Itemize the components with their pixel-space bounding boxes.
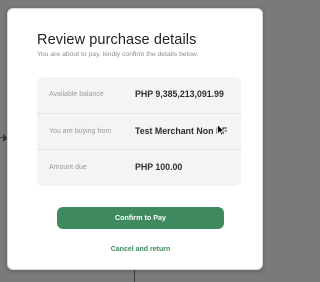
cancel-and-return-link[interactable]: Cancel and return: [57, 246, 224, 253]
review-purchase-modal: Review purchase details You are about to…: [7, 8, 263, 270]
detail-value: Test Merchant Non PF: [135, 126, 228, 136]
detail-label: You are buying from: [49, 128, 112, 135]
detail-label: Amount due: [49, 164, 87, 171]
detail-row-available-balance: Available balance PHP 9,385,213,091.99: [37, 77, 241, 113]
confirm-to-pay-button[interactable]: Confirm to Pay: [57, 207, 224, 229]
mouse-pointer-icon: [217, 124, 225, 136]
backdrop-connector-line: [134, 270, 135, 282]
detail-value: PHP 100.00: [135, 162, 183, 172]
detail-value: PHP 9,385,213,091.99: [135, 89, 224, 99]
modal-subtitle: You are about to pay, kindly confirm the…: [37, 51, 199, 58]
detail-row-merchant: You are buying from Test Merchant Non PF: [37, 113, 241, 149]
detail-label: Available balance: [49, 91, 104, 98]
modal-title: Review purchase details: [37, 32, 197, 48]
purchase-details-panel: Available balance PHP 9,385,213,091.99 Y…: [37, 77, 241, 186]
detail-row-amount-due: Amount due PHP 100.00: [37, 149, 241, 185]
